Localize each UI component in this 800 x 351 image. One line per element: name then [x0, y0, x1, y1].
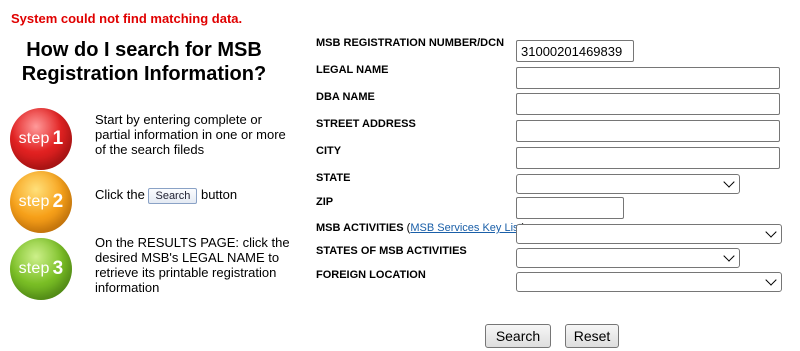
states-of-msb-activities-label: STATES OF MSB ACTIVITIES — [316, 245, 467, 257]
state-select[interactable] — [516, 174, 740, 194]
foreign-location-label: FOREIGN LOCATION — [316, 269, 426, 281]
msb-services-key-list-link[interactable]: MSB Services Key List — [410, 222, 521, 234]
chevron-down-icon — [765, 274, 777, 286]
zip-label: ZIP — [316, 196, 334, 208]
dba-name-label: DBA NAME — [316, 91, 375, 103]
legal-name-input[interactable] — [516, 67, 780, 89]
reset-button[interactable]: Reset — [565, 324, 619, 348]
registration-number-input[interactable] — [516, 40, 634, 62]
step-3: step 3 On the RESULTS PAGE: click the des… — [10, 235, 300, 302]
search-button[interactable]: Search — [485, 324, 551, 348]
howto-title: How do I search for MSB Registration Inf… — [21, 39, 267, 85]
step-1-text: Start by entering complete or partial in… — [95, 112, 286, 157]
legal-name-label: LEGAL NAME — [316, 64, 389, 76]
step-2-badge-icon: step 2 — [10, 171, 72, 233]
chevron-down-icon — [765, 226, 777, 238]
step-1-badge-icon: step 1 — [10, 108, 72, 170]
error-message: System could not find matching data. — [11, 11, 243, 26]
step-2: step 2 Click the Search button — [10, 171, 300, 235]
msb-activities-select[interactable] — [516, 224, 782, 244]
state-label: STATE — [316, 172, 351, 184]
zip-input[interactable] — [516, 197, 624, 219]
msb-activities-label: MSB ACTIVITIES (MSB Services Key List) — [316, 222, 525, 234]
step-3-badge-icon: step 3 — [10, 238, 72, 300]
step-1: step 1 Start by entering complete or part… — [10, 108, 300, 172]
chevron-down-icon — [723, 250, 735, 262]
step-3-text: On the RESULTS PAGE: click the desired M… — [95, 235, 290, 295]
inline-search-button: Search — [148, 187, 198, 204]
street-address-label: STREET ADDRESS — [316, 118, 416, 130]
states-of-msb-activities-select[interactable] — [516, 248, 740, 268]
city-input[interactable] — [516, 147, 780, 169]
city-label: CITY — [316, 145, 342, 157]
dba-name-input[interactable] — [516, 93, 780, 115]
step-2-text: Click the Search button — [95, 187, 238, 204]
foreign-location-select[interactable] — [516, 272, 782, 292]
registration-number-label: MSB REGISTRATION NUMBER/DCN — [316, 37, 505, 49]
street-address-input[interactable] — [516, 120, 780, 142]
chevron-down-icon — [723, 176, 735, 188]
